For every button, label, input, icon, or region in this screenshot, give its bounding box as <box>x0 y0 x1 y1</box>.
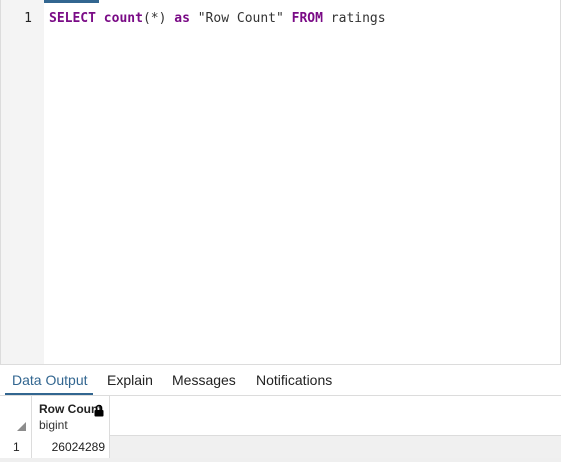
tab-messages[interactable]: Messages <box>172 372 236 388</box>
table-name: ratings <box>330 11 386 26</box>
column-header-row-count[interactable]: Row Count bigint <box>32 396 110 436</box>
query-editor[interactable]: 1 SELECT count(*) as "Row Count" FROM ra… <box>0 0 561 364</box>
function-args: (*) <box>142 11 167 26</box>
column-type: bigint <box>39 418 68 432</box>
tab-notifications[interactable]: Notifications <box>256 372 332 388</box>
results-tabs: Data Output Explain Messages Notificatio… <box>0 365 561 396</box>
keyword-as: as <box>174 11 190 26</box>
code-line[interactable]: SELECT count(*) as "Row Count" FROM rati… <box>49 11 386 26</box>
lock-icon <box>94 404 104 417</box>
tab-data-output[interactable]: Data Output <box>12 372 88 388</box>
column-name: Row Count <box>39 402 103 416</box>
data-grid: Row Count bigint 1 26024289 <box>0 396 561 462</box>
row-number[interactable]: 1 <box>0 436 32 458</box>
table-cell[interactable]: 26024289 <box>32 436 110 458</box>
keyword-from: FROM <box>291 11 323 26</box>
corner-triangle-icon <box>17 422 26 431</box>
table-row: 1 26024289 <box>0 436 561 458</box>
grid-header-row: Row Count bigint <box>0 396 561 436</box>
line-number-gutter: 1 <box>1 0 44 364</box>
keyword-select: SELECT <box>49 11 96 26</box>
tab-explain[interactable]: Explain <box>107 372 153 388</box>
line-number: 1 <box>24 11 32 26</box>
select-all-cell[interactable] <box>0 396 32 436</box>
column-alias: "Row Count" <box>197 11 284 26</box>
active-tab-underline <box>5 393 93 395</box>
results-panel: Data Output Explain Messages Notificatio… <box>0 364 561 462</box>
function-count: count <box>103 11 143 26</box>
